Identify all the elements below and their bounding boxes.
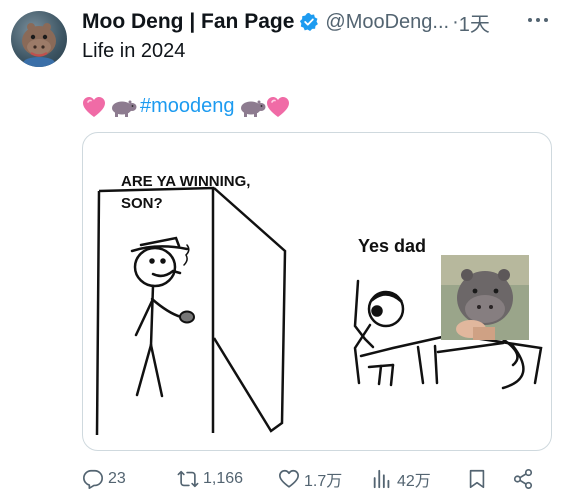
repost-count: 1,166 — [203, 470, 244, 487]
hippo-icon — [240, 100, 266, 117]
bookmark-icon — [469, 469, 485, 489]
repost-icon — [177, 470, 199, 488]
meme-drawing: ARE YA WINNING, SON? Yes dad — [95, 173, 543, 436]
display-name[interactable]: Moo Deng | Fan Page — [82, 10, 294, 34]
door-frame — [95, 186, 215, 436]
post-time[interactable]: 1天 — [459, 8, 490, 37]
post-header: Moo Deng | Fan Page @MooDeng... · 1天 — [82, 8, 557, 36]
avatar-hippo-image — [22, 23, 56, 67]
door — [212, 187, 287, 433]
verified-badge-icon — [300, 12, 319, 31]
hashtag-link[interactable]: #moodeng — [140, 95, 235, 118]
hippo-icon — [112, 100, 137, 117]
reply-button[interactable]: 23 — [82, 463, 126, 495]
reply-icon — [83, 469, 103, 489]
pink-heart-icon — [266, 96, 289, 117]
avatar[interactable] — [11, 11, 67, 67]
reply-count: 23 — [108, 470, 126, 487]
pink-heart-icon — [83, 96, 105, 117]
more-button[interactable] — [523, 5, 553, 35]
like-button[interactable]: 1.7万 — [278, 463, 342, 495]
views-icon — [373, 469, 390, 489]
heart-icon — [279, 469, 299, 488]
views-button[interactable]: 42万 — [371, 463, 431, 495]
views-count: 42万 — [397, 473, 431, 490]
dad-beer-can — [179, 310, 195, 324]
action-bar: 23 1,166 1.7万 42万 — [82, 463, 549, 495]
bookmark-button[interactable] — [466, 463, 492, 495]
dad-caption-line1: ARE YA WINNING, — [121, 173, 250, 190]
handle[interactable]: @MooDeng... — [325, 11, 449, 34]
post-text: Life in 2024 — [82, 40, 186, 62]
son-caption: Yes dad — [358, 236, 426, 256]
repost-button[interactable]: 1,166 — [177, 463, 243, 495]
share-button[interactable] — [512, 463, 538, 495]
share-icon — [513, 469, 533, 489]
more-icon — [528, 18, 532, 22]
post-text-line2: #moodeng — [82, 95, 290, 118]
separator-dot: · — [452, 10, 459, 33]
dad-caption-line2: SON? — [121, 195, 163, 212]
like-count: 1.7万 — [304, 473, 343, 490]
media-image[interactable]: ARE YA WINNING, SON? Yes dad — [82, 132, 552, 451]
hippo-photo — [441, 255, 529, 340]
